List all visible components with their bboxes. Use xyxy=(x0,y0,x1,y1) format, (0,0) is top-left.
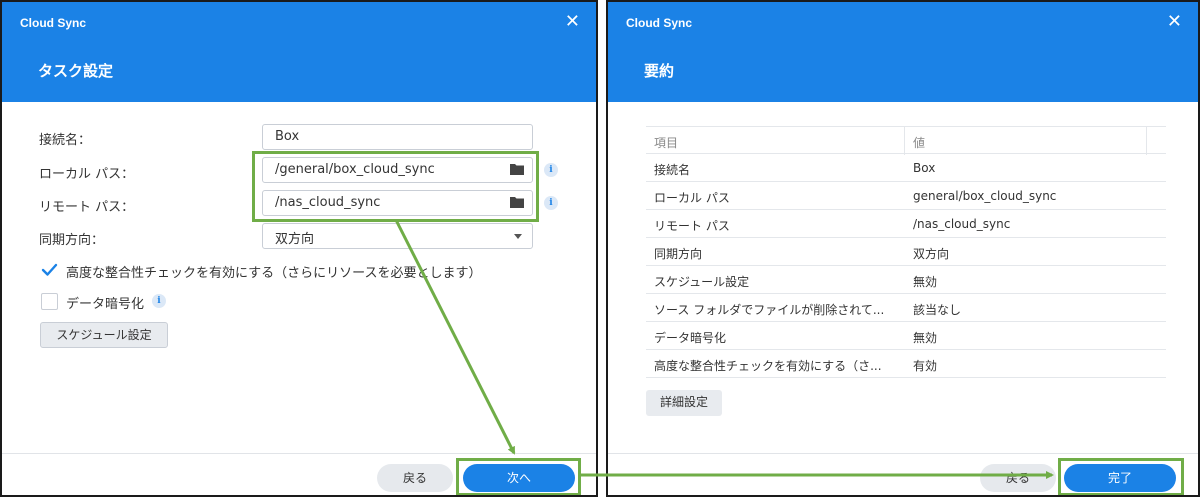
schedule-settings-button[interactable]: スケジュール設定 xyxy=(40,322,168,348)
info-icon[interactable]: i xyxy=(152,294,166,308)
row-item: ローカル パス xyxy=(654,191,730,205)
finish-button-highlight xyxy=(1058,458,1184,495)
next-button-highlight xyxy=(456,458,581,495)
row-value: /nas_cloud_sync xyxy=(913,217,1011,231)
back-button[interactable]: 戻る xyxy=(980,464,1056,492)
page-title: タスク設定 xyxy=(38,62,114,80)
table-header-row: 項目 値 xyxy=(646,126,1166,155)
row-value: 該当なし xyxy=(913,303,962,317)
local-path-label: ローカル パス： xyxy=(39,167,135,182)
row-item: スケジュール設定 xyxy=(654,275,750,289)
row-value: 無効 xyxy=(913,275,938,289)
table-row: ローカル パス general/box_cloud_sync xyxy=(646,182,1166,210)
connection-name-field[interactable]: Box xyxy=(262,124,533,150)
table-row: ソース フォルダでファイルが削除されて... 該当なし xyxy=(646,294,1166,322)
column-divider xyxy=(1146,127,1147,155)
row-value: Box xyxy=(913,161,936,175)
advanced-settings-button[interactable]: 詳細設定 xyxy=(646,390,722,416)
page-title: 要約 xyxy=(644,62,675,80)
app-title: Cloud Sync xyxy=(626,16,693,30)
table-row: 接続名 Box xyxy=(646,154,1166,182)
row-item: データ暗号化 xyxy=(654,331,727,345)
row-item: 接続名 xyxy=(654,163,691,177)
summary-dialog: Cloud Sync ✕ 要約 項目 値 接続名 Box ローカル パス gener… xyxy=(606,0,1200,497)
row-value: 双方向 xyxy=(913,247,950,261)
integrity-check-label: 高度な整合性チェックを有効にする（さらにリソースを必要とします） xyxy=(66,266,482,281)
dialog-header: Cloud Sync ✕ 要約 xyxy=(608,2,1198,102)
row-item: 高度な整合性チェックを有効にする（さ... xyxy=(654,359,882,373)
sync-direction-value: 双方向 xyxy=(275,232,315,247)
task-settings-dialog: Cloud Sync ✕ タスク設定 接続名： Box ローカル パス： /ge… xyxy=(0,0,598,497)
column-header-value: 値 xyxy=(913,136,926,150)
table-row: 同期方向 双方向 xyxy=(646,238,1166,266)
connection-name-value: Box xyxy=(275,129,300,144)
sync-direction-select[interactable]: 双方向 xyxy=(262,223,533,249)
row-item: ソース フォルダでファイルが削除されて... xyxy=(654,303,885,317)
app-title: Cloud Sync xyxy=(20,16,87,30)
row-item: 同期方向 xyxy=(654,247,703,261)
column-header-item: 項目 xyxy=(654,136,679,150)
remote-path-label: リモート パス： xyxy=(39,200,135,215)
close-icon[interactable]: ✕ xyxy=(1167,12,1182,32)
row-value: 無効 xyxy=(913,331,938,345)
info-icon[interactable]: i xyxy=(544,163,558,177)
column-divider xyxy=(904,127,905,155)
table-row: リモート パス/nas_cloud_sync xyxy=(646,210,1166,238)
summary-table: 項目 値 接続名 Box ローカル パス general/box_cloud_syn… xyxy=(646,126,1166,378)
path-fields-highlight xyxy=(252,151,539,222)
chevron-down-icon xyxy=(514,234,522,239)
table-row: スケジュール設定 無効 xyxy=(646,266,1166,294)
close-icon[interactable]: ✕ xyxy=(565,12,580,32)
encryption-checkbox[interactable] xyxy=(41,293,58,310)
table-row: データ暗号化 無効 xyxy=(646,322,1166,350)
screenshot-stage: Cloud Sync ✕ タスク設定 接続名： Box ローカル パス： /ge… xyxy=(0,0,1200,497)
sync-direction-label: 同期方向： xyxy=(39,233,105,248)
row-item: リモート パス xyxy=(654,219,730,233)
encryption-label: データ暗号化 xyxy=(66,297,145,312)
footer-divider xyxy=(608,453,1198,454)
table-row: 高度な整合性チェックを有効にする（さ... 有効 xyxy=(646,350,1166,378)
row-value: general/box_cloud_sync xyxy=(913,189,1057,203)
row-value: 有効 xyxy=(913,359,938,373)
footer-divider xyxy=(2,453,596,454)
dialog-header: Cloud Sync ✕ タスク設定 xyxy=(2,2,596,102)
back-button[interactable]: 戻る xyxy=(377,464,453,492)
connection-name-label: 接続名： xyxy=(39,133,92,148)
info-icon[interactable]: i xyxy=(544,196,558,210)
integrity-check-checkbox[interactable] xyxy=(41,261,58,278)
checkmark-icon xyxy=(41,263,58,276)
